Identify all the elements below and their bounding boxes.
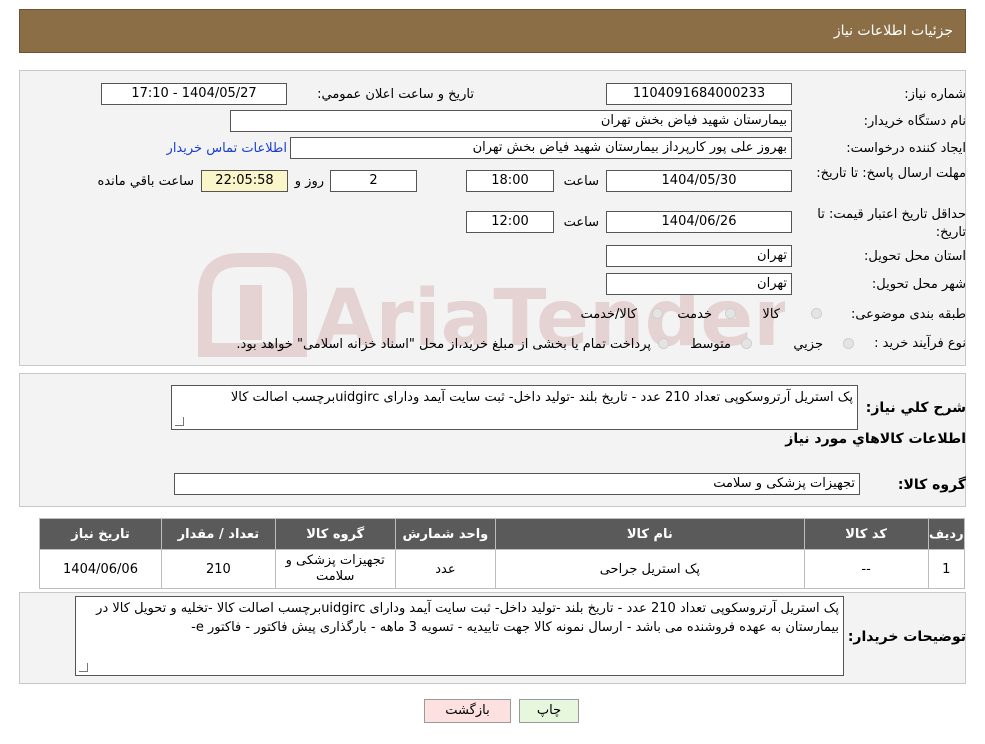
resize-handle-icon[interactable] bbox=[175, 417, 184, 426]
announce-datetime-field: 1404/05/27 - 17:10 bbox=[101, 83, 287, 105]
need-number-field: 1104091684000233 bbox=[606, 83, 792, 105]
creator-field: بهروز علی پور کارپرداز بیمارستان شهید فی… bbox=[290, 137, 792, 159]
remaining-time-field: 22:05:58 bbox=[201, 170, 288, 192]
cell-group: تجهیزات پزشکی و سلامت bbox=[274, 549, 396, 589]
cell-unit: عدد bbox=[394, 549, 497, 589]
deadline-time-label: ساعت bbox=[563, 174, 599, 189]
col-group-header: گروه کالا bbox=[274, 518, 396, 550]
cell-code: -- bbox=[803, 549, 929, 589]
col-code-header: کد کالا bbox=[803, 518, 929, 550]
print-button[interactable]: چاپ bbox=[519, 699, 579, 723]
category-goods-radio[interactable] bbox=[811, 308, 822, 319]
goods-group-label: گروه کالا: bbox=[897, 477, 966, 493]
back-button[interactable]: بازگشت bbox=[424, 699, 511, 723]
creator-label: ايجاد کننده درخواست: bbox=[846, 141, 966, 156]
col-row-header: رديف bbox=[927, 518, 966, 550]
remaining-days-field: 2 bbox=[330, 170, 417, 192]
resize-handle-icon[interactable] bbox=[79, 663, 88, 672]
city-field: تهران bbox=[606, 273, 792, 295]
cell-row: 1 bbox=[927, 549, 966, 589]
cell-qty: 210 bbox=[161, 549, 276, 589]
description-label: شرح کلي نياز: bbox=[865, 400, 966, 416]
page-title: جزئیات اطلاعات نیاز bbox=[833, 23, 953, 39]
category-service-radio[interactable] bbox=[725, 308, 736, 319]
table-row: 1 -- پک استریل جراحی عدد تجهیزات پزشکی و… bbox=[38, 549, 966, 589]
category-service-label: خدمت bbox=[677, 307, 712, 322]
need-number-label: شماره نیاز: bbox=[904, 87, 966, 102]
announce-label: تاریخ و ساعت اعلان عمومي: bbox=[317, 87, 474, 102]
category-goods-service-radio[interactable] bbox=[652, 308, 663, 319]
province-label: استان محل تحويل: bbox=[864, 249, 966, 264]
process-minor-label: جزيي bbox=[793, 337, 823, 352]
col-unit-header: واحد شمارش bbox=[394, 518, 497, 550]
goods-group-field: تجهیزات پزشکی و سلامت bbox=[174, 473, 860, 495]
buyer-label: نام دستگاه خريدار: bbox=[863, 114, 966, 129]
deadline-date-field: 1404/05/30 bbox=[606, 170, 792, 192]
goods-table: رديف کد کالا نام کالا واحد شمارش گروه کا… bbox=[38, 518, 966, 589]
col-date-header: تاريخ نياز bbox=[38, 518, 163, 550]
validity-time-label: ساعت bbox=[563, 215, 599, 230]
city-label: شهر محل تحويل: bbox=[871, 277, 966, 292]
province-field: تهران bbox=[606, 245, 792, 267]
treasury-checkbox[interactable] bbox=[658, 338, 669, 349]
cell-date: 1404/06/06 bbox=[38, 549, 163, 589]
validity-date-field: 1404/06/26 bbox=[606, 211, 792, 233]
col-name-header: نام کالا bbox=[495, 518, 805, 550]
cell-name: پک استریل جراحی bbox=[495, 549, 805, 589]
treasury-note: پرداخت تمام يا بخشی از مبلغ خريد،از محل … bbox=[236, 337, 651, 352]
deadline-time-field: 18:00 bbox=[466, 170, 554, 192]
goods-info-title: اطلاعات کالاهاي مورد نياز bbox=[785, 431, 966, 447]
buyer-notes-label: توضيحات خريدار: bbox=[847, 629, 966, 645]
category-label: طبقه بندی موضوعی: bbox=[850, 307, 966, 322]
validity-label: حداقل تاريخ اعتبار قيمت: تا تاريخ: bbox=[817, 207, 966, 240]
buyer-field: بیمارستان شهید فیاض بخش تهران bbox=[230, 110, 792, 132]
category-goods-service-label: کالا/خدمت bbox=[580, 307, 637, 322]
buyer-notes-textarea[interactable]: پک استریل آرتروسکوپی تعداد 210 عدد - تار… bbox=[75, 596, 844, 676]
process-medium-label: متوسط bbox=[690, 337, 731, 352]
buyer-contact-link[interactable]: اطلاعات تماس خريدار bbox=[167, 141, 287, 157]
page-header: جزئیات اطلاعات نیاز bbox=[19, 9, 966, 53]
table-header-row: رديف کد کالا نام کالا واحد شمارش گروه کا… bbox=[38, 518, 966, 550]
remaining-label: ساعت باقي مانده bbox=[97, 174, 194, 189]
category-goods-label: کالا bbox=[762, 307, 780, 322]
description-textarea[interactable]: پک استریل آرتروسکوپی تعداد 210 عدد - تار… bbox=[171, 385, 858, 430]
deadline-label: مهلت ارسال پاسخ: تا تاريخ: bbox=[816, 166, 966, 181]
process-medium-radio[interactable] bbox=[741, 338, 752, 349]
validity-time-field: 12:00 bbox=[466, 211, 554, 233]
days-label: روز و bbox=[294, 174, 324, 189]
process-minor-radio[interactable] bbox=[843, 338, 854, 349]
description-text: پک استریل آرتروسکوپی تعداد 210 عدد - تار… bbox=[230, 390, 853, 405]
col-qty-header: تعداد / مقدار bbox=[161, 518, 276, 550]
process-label: نوع فرآيند خريد : bbox=[874, 336, 966, 351]
buyer-notes-text: پک استریل آرتروسکوپی تعداد 210 عدد - تار… bbox=[96, 601, 839, 635]
